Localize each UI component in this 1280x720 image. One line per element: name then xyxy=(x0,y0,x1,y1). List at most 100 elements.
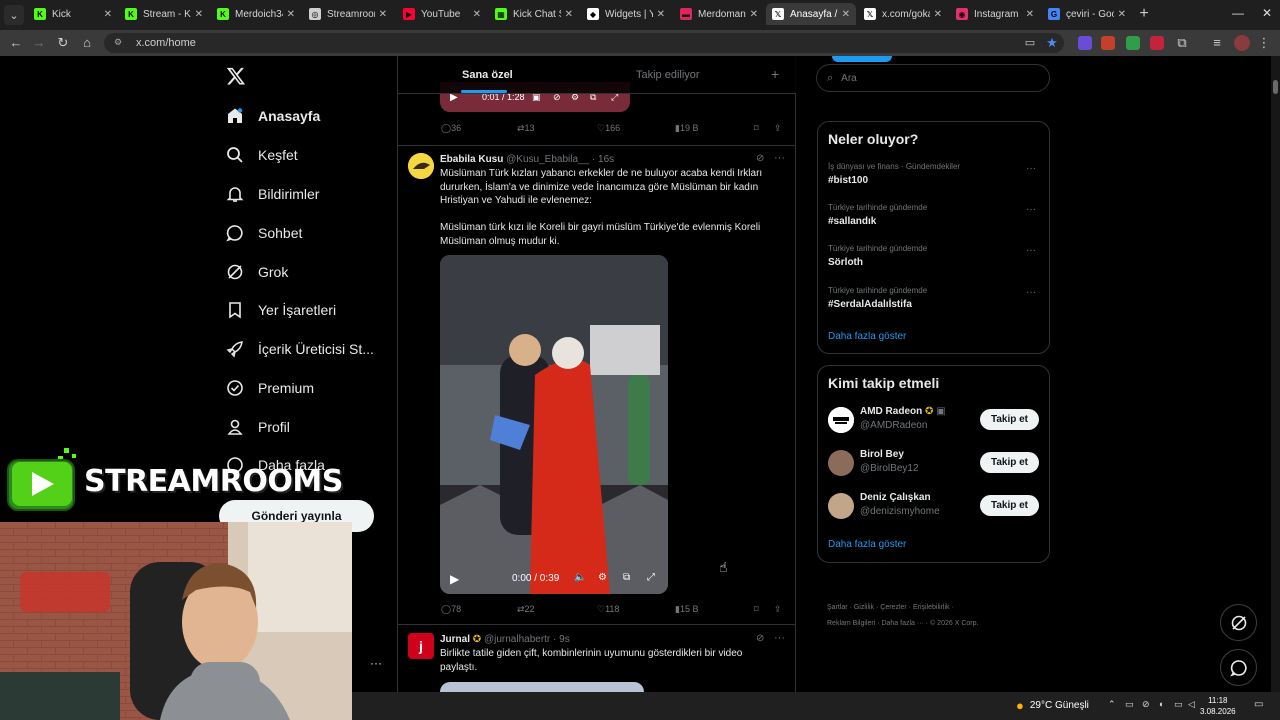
suggested-account-name[interactable]: AMD Radeon ✪ ▣ xyxy=(860,406,946,417)
extensions-puzzle-icon[interactable]: ⧉ xyxy=(1174,35,1190,51)
profile-avatar[interactable] xyxy=(1234,35,1250,51)
close-tab-icon[interactable]: ✕ xyxy=(842,9,850,20)
nav-item[interactable]: Sohbet xyxy=(226,220,302,246)
trend-name[interactable]: #sallandık xyxy=(828,216,876,227)
browser-tab[interactable]: Gçeviri - Goog ✕ xyxy=(1042,3,1132,25)
forward-icon[interactable]: → xyxy=(31,35,47,51)
close-window-icon[interactable]: ✕ xyxy=(1262,6,1272,20)
back-icon[interactable]: ← xyxy=(8,35,24,51)
microphone-icon[interactable]: ◖ xyxy=(1158,699,1163,709)
reply-button[interactable]: ◯ 36 xyxy=(441,123,461,134)
suggested-account-name[interactable]: Birol Bey xyxy=(860,449,904,460)
footer-links[interactable]: Şartlar · Gizlilik · Çerezler · Erişileb… xyxy=(827,604,954,611)
nav-item[interactable]: İçerik Üreticisi St... xyxy=(226,336,374,362)
author-handle[interactable]: @Kusu_Ebabila__ xyxy=(506,154,589,165)
new-tab-button[interactable]: + xyxy=(1136,6,1152,22)
address-bar[interactable]: ⚙ x.com/home xyxy=(104,33,1064,53)
browser-tab[interactable]: ▶ YouTube ✕ xyxy=(397,3,487,25)
clock[interactable]: 11:18 3.08.2026 xyxy=(1200,695,1236,717)
browser-tab[interactable]: ◎ Streamrooms ✕ xyxy=(303,3,393,25)
browser-tab[interactable]: ▦ Kick Chat Se ✕ xyxy=(489,3,579,25)
avatar[interactable] xyxy=(828,407,854,433)
nav-item[interactable]: Bildirimler xyxy=(226,181,319,207)
show-more-link[interactable]: Daha fazla göster xyxy=(828,539,906,550)
close-tab-icon[interactable]: ✕ xyxy=(104,9,112,20)
search-input[interactable] xyxy=(841,72,1022,84)
nav-item[interactable]: Anasayfa xyxy=(226,103,320,129)
tab-search-button[interactable]: ⌄ xyxy=(4,5,24,25)
search-box[interactable]: ⌕ xyxy=(816,64,1050,92)
browser-menu-icon[interactable]: ⋮ xyxy=(1256,35,1272,51)
pip-icon[interactable]: ⧉ xyxy=(623,572,630,583)
suggested-account-name[interactable]: Deniz Çalışkan xyxy=(860,492,931,503)
volume-icon[interactable]: ◁ xyxy=(1188,699,1195,710)
home-browser-icon[interactable]: ⌂ xyxy=(79,35,95,51)
account-more-icon[interactable]: ··· xyxy=(370,656,382,670)
browser-tab[interactable]: K Stream - Kick ✕ xyxy=(119,3,209,25)
repost-button[interactable]: ⇄ 13 xyxy=(517,123,535,134)
tweet-time[interactable]: · 16s xyxy=(592,154,614,165)
reading-list-icon[interactable]: ≡ xyxy=(1209,35,1225,51)
bookmark-icon[interactable]: ⌑ xyxy=(754,123,759,134)
tab-following[interactable]: Takip ediliyor xyxy=(636,69,700,81)
partial-card-button[interactable] xyxy=(832,56,892,62)
nav-item[interactable]: Premium xyxy=(226,375,314,401)
trend-name[interactable]: #SerdalAdalıİstifa xyxy=(828,299,912,310)
suggested-account-handle[interactable]: @BirolBey12 xyxy=(860,463,919,474)
tweet-more-icon[interactable]: ··· xyxy=(774,632,785,644)
extension-icon[interactable] xyxy=(1126,36,1140,50)
grok-fab-button[interactable] xyxy=(1220,604,1257,641)
close-tab-icon[interactable]: ✕ xyxy=(379,9,387,20)
like-button[interactable]: ♡ 118 xyxy=(597,604,619,615)
trend-more-icon[interactable]: ··· xyxy=(1026,287,1036,298)
tweet-more-icon[interactable]: ··· xyxy=(774,152,785,164)
reload-icon[interactable]: ↻ xyxy=(55,35,71,51)
close-tab-icon[interactable]: ✕ xyxy=(473,9,481,20)
avatar[interactable] xyxy=(828,450,854,476)
close-tab-icon[interactable]: ✕ xyxy=(1026,9,1034,20)
site-info-icon[interactable]: ⚙ xyxy=(114,37,126,49)
weather-widget[interactable]: ● 29°C Güneşli xyxy=(1016,698,1089,713)
grok-icon[interactable]: ⊘ xyxy=(756,633,764,644)
extension-icon[interactable] xyxy=(1078,36,1092,50)
avatar[interactable] xyxy=(828,493,854,519)
close-tab-icon[interactable]: ✕ xyxy=(287,9,295,20)
show-more-link[interactable]: Daha fazla göster xyxy=(828,331,906,342)
footer-links[interactable]: Reklam Bilgileri · Daha fazla ··· · © 20… xyxy=(827,620,978,627)
network-icon[interactable]: ▭ xyxy=(1174,699,1183,710)
share-icon[interactable]: ⇪ xyxy=(774,604,782,615)
close-tab-icon[interactable]: ✕ xyxy=(1118,9,1126,20)
tweet-time[interactable]: · 9s xyxy=(553,634,570,645)
reply-button[interactable]: ◯ 78 xyxy=(441,604,461,615)
play-icon[interactable]: ▶ xyxy=(450,572,459,586)
follow-button[interactable]: Takip et xyxy=(980,452,1039,473)
jurnal-avatar-icon[interactable]: j xyxy=(408,633,434,659)
tray-icon[interactable]: ▭ xyxy=(1125,699,1134,710)
browser-tab[interactable]: K Merdoich34 ✕ xyxy=(211,3,301,25)
tray-chevron-icon[interactable]: ⌃ xyxy=(1108,699,1116,710)
browser-tab[interactable]: 𝕏x.com/gokal ✕ xyxy=(858,3,948,25)
close-tab-icon[interactable]: ✕ xyxy=(195,9,203,20)
browser-tab[interactable]: K Kick ✕ xyxy=(28,3,118,25)
tweet-video[interactable]: ▶ 0:00 / 0:39 🔈 ⚙ ⧉ ⤢ xyxy=(440,255,668,594)
trend-more-icon[interactable]: ··· xyxy=(1026,204,1036,215)
page-scrollbar[interactable] xyxy=(1271,56,1280,692)
views-button[interactable]: ▮ 15 B xyxy=(675,604,698,615)
add-tab-icon[interactable]: + xyxy=(771,66,779,82)
suggested-account-handle[interactable]: @denizismyhome xyxy=(860,506,940,517)
nav-item[interactable]: Grok xyxy=(226,259,288,285)
grok-icon[interactable]: ⊘ xyxy=(756,153,764,164)
author-handle[interactable]: @jurnalhabertr xyxy=(484,634,550,645)
follow-button[interactable]: Takip et xyxy=(980,409,1039,430)
share-icon[interactable]: ⇪ xyxy=(774,123,782,134)
volume-icon[interactable]: 🔈 xyxy=(574,572,586,583)
trend-name[interactable]: Sörloth xyxy=(828,257,863,268)
fullscreen-icon[interactable]: ⤢ xyxy=(647,572,655,583)
close-tab-icon[interactable]: ✕ xyxy=(657,9,665,20)
x-logo[interactable] xyxy=(226,66,246,86)
notifications-icon[interactable]: ▭ xyxy=(1254,699,1263,710)
browser-tab[interactable]: 𝕏 Anasayfa / X ✕ xyxy=(766,3,856,25)
cast-icon[interactable]: ▭ xyxy=(1022,35,1038,51)
tab-for-you[interactable]: Sana özel xyxy=(462,69,513,81)
nav-item[interactable]: Yer İşaretleri xyxy=(226,297,336,323)
